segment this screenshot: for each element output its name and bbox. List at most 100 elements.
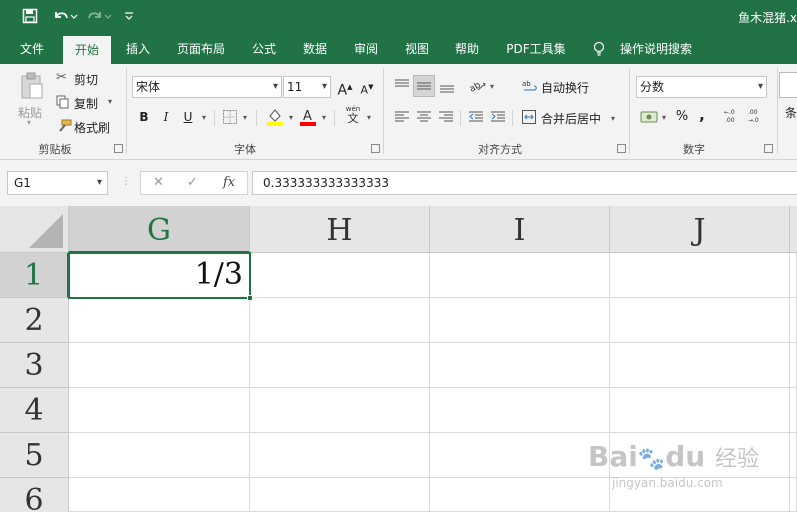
- orientation-dropdown-icon[interactable]: ▾: [488, 77, 496, 97]
- cancel-icon[interactable]: ✕: [153, 172, 164, 194]
- row-header-2[interactable]: 2: [0, 298, 69, 343]
- merge-center-icon[interactable]: [521, 109, 537, 128]
- row-header-6[interactable]: 6: [0, 478, 69, 518]
- merge-center-label[interactable]: 合并后居中: [541, 110, 601, 127]
- underline-button[interactable]: U: [180, 107, 196, 127]
- conditional-format-icon[interactable]: [779, 72, 797, 98]
- accounting-dropdown-icon[interactable]: ▾: [660, 108, 668, 128]
- align-top-icon[interactable]: [394, 78, 410, 97]
- grid-cell[interactable]: [610, 298, 790, 343]
- merge-dropdown-icon[interactable]: ▾: [609, 109, 617, 129]
- border-dropdown-icon[interactable]: ▾: [241, 108, 249, 128]
- grid-cell[interactable]: [250, 343, 430, 388]
- grid-cell[interactable]: [430, 253, 610, 298]
- selected-cell-g1[interactable]: 1/3: [68, 252, 251, 299]
- splitter-dots[interactable]: ⋮: [121, 176, 131, 187]
- grid-cell[interactable]: [69, 433, 250, 478]
- font-size-combo[interactable]: 11 ▾: [283, 76, 331, 98]
- grid-cell[interactable]: [430, 298, 610, 343]
- tab-view[interactable]: 视图: [397, 34, 437, 64]
- tab-file[interactable]: 文件: [10, 34, 54, 64]
- alignment-launcher-icon[interactable]: [617, 144, 626, 153]
- font-color-dropdown-icon[interactable]: ▾: [320, 108, 328, 128]
- tab-formulas[interactable]: 公式: [244, 34, 284, 64]
- increase-indent-icon[interactable]: [490, 109, 506, 128]
- column-header-k[interactable]: [790, 206, 797, 253]
- phonetic-button[interactable]: wén 文: [342, 105, 364, 127]
- fill-handle[interactable]: [247, 295, 253, 301]
- italic-button[interactable]: I: [158, 107, 174, 127]
- customize-qat-icon[interactable]: [124, 8, 136, 26]
- save-icon[interactable]: [22, 8, 40, 26]
- column-header-j[interactable]: J: [610, 206, 790, 253]
- name-box[interactable]: G1 ▾: [7, 171, 108, 195]
- font-name-combo[interactable]: 宋体 ▾: [132, 76, 282, 98]
- orientation-icon[interactable]: ab: [468, 76, 488, 97]
- underline-dropdown-icon[interactable]: ▾: [200, 108, 208, 128]
- grow-font-button[interactable]: A▲: [336, 77, 354, 99]
- column-header-h[interactable]: H: [250, 206, 430, 253]
- shrink-font-button[interactable]: A▼: [358, 77, 376, 97]
- decrease-indent-icon[interactable]: [468, 109, 484, 128]
- border-icon[interactable]: [222, 109, 238, 128]
- align-bottom-icon[interactable]: [439, 78, 455, 97]
- percent-button[interactable]: %: [674, 107, 690, 127]
- grid-cell[interactable]: [250, 478, 430, 512]
- font-color-icon[interactable]: A: [299, 107, 317, 130]
- bold-button[interactable]: B: [136, 107, 152, 127]
- grid-cell[interactable]: [430, 433, 610, 478]
- grid-cell[interactable]: [430, 343, 610, 388]
- grid-cell[interactable]: [250, 298, 430, 343]
- row-header-5[interactable]: 5: [0, 433, 69, 478]
- grid-cell[interactable]: [790, 253, 797, 298]
- column-header-g[interactable]: G: [69, 206, 250, 253]
- grid-cell[interactable]: [790, 433, 797, 478]
- grid-cell[interactable]: [610, 343, 790, 388]
- column-header-i[interactable]: I: [430, 206, 610, 253]
- align-center-icon[interactable]: [416, 109, 432, 128]
- enter-icon[interactable]: ✓: [187, 172, 198, 194]
- align-left-icon[interactable]: [394, 109, 410, 128]
- grid-cell[interactable]: [250, 253, 430, 298]
- align-middle-icon[interactable]: [413, 75, 435, 97]
- phonetic-dropdown-icon[interactable]: ▾: [365, 108, 373, 128]
- increase-decimal-icon[interactable]: ←.0.00: [724, 107, 742, 128]
- insert-function-icon[interactable]: fx: [223, 172, 235, 194]
- undo-icon[interactable]: [52, 8, 80, 26]
- wrap-text-label[interactable]: 自动换行: [541, 79, 589, 96]
- fill-color-icon[interactable]: [266, 107, 284, 130]
- grid-cell[interactable]: [790, 298, 797, 343]
- grid-cell[interactable]: [790, 343, 797, 388]
- grid-cell[interactable]: [610, 253, 790, 298]
- row-header-4[interactable]: 4: [0, 388, 69, 433]
- cut-button[interactable]: ✂ 剪切: [54, 70, 104, 88]
- copy-button[interactable]: 复制 ▾: [54, 94, 116, 112]
- grid-cell[interactable]: [430, 478, 610, 512]
- grid-cell[interactable]: [790, 478, 797, 512]
- grid-cell[interactable]: [250, 388, 430, 433]
- grid-cell[interactable]: [250, 433, 430, 478]
- tab-home[interactable]: 开始: [63, 36, 111, 64]
- tab-pdf-tools[interactable]: PDF工具集: [500, 34, 572, 64]
- select-all-button[interactable]: [0, 206, 69, 253]
- tab-insert[interactable]: 插入: [118, 34, 158, 64]
- redo-icon[interactable]: [86, 8, 114, 26]
- paste-button[interactable]: 粘贴 ▾: [14, 70, 50, 127]
- grid-cell[interactable]: [430, 388, 610, 433]
- comma-button[interactable]: ,: [696, 105, 708, 125]
- wrap-text-icon[interactable]: ab: [522, 78, 538, 97]
- fill-color-dropdown-icon[interactable]: ▾: [287, 108, 295, 128]
- row-header-1[interactable]: 1: [0, 253, 69, 298]
- grid-cell[interactable]: [69, 298, 250, 343]
- grid-cell[interactable]: [610, 388, 790, 433]
- number-format-combo[interactable]: 分数 ▾: [636, 76, 767, 98]
- tab-review[interactable]: 审阅: [346, 34, 386, 64]
- accounting-format-icon[interactable]: [640, 109, 658, 128]
- grid-cell[interactable]: [69, 388, 250, 433]
- number-launcher-icon[interactable]: [764, 144, 773, 153]
- grid-cell[interactable]: [69, 343, 250, 388]
- align-right-icon[interactable]: [438, 109, 454, 128]
- tab-page-layout[interactable]: 页面布局: [170, 34, 232, 64]
- grid-cell[interactable]: [790, 388, 797, 433]
- tell-me-search[interactable]: 操作说明搜索: [614, 34, 698, 64]
